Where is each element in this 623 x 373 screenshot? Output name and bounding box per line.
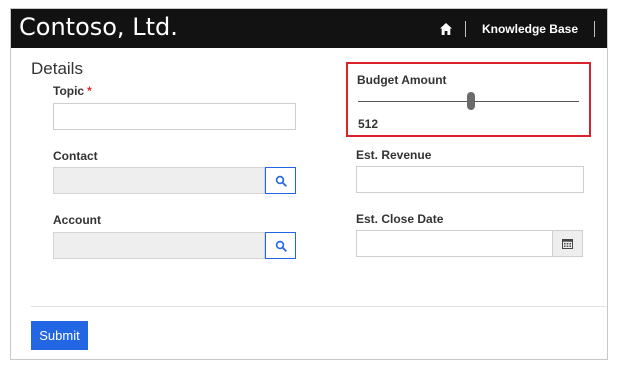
section-title: Details [31, 59, 83, 78]
topic-label: Topic * [53, 84, 92, 98]
contact-lookup-button[interactable] [265, 167, 296, 194]
est-close-date-label: Est. Close Date [356, 212, 444, 226]
nav-separator [594, 20, 595, 37]
topic-input[interactable] [53, 103, 296, 130]
contact-input[interactable] [53, 167, 265, 194]
topic-label-text: Topic [53, 84, 85, 98]
account-label: Account [53, 213, 101, 227]
search-icon [275, 175, 287, 187]
brand-title: Contoso, Ltd. [19, 13, 178, 41]
budget-amount-label: Budget Amount [357, 73, 447, 87]
est-revenue-label: Est. Revenue [356, 148, 432, 162]
budget-amount-field: Budget Amount 512 [346, 62, 591, 137]
budget-slider-thumb[interactable] [466, 92, 475, 110]
form-divider [31, 306, 607, 307]
required-marker: * [87, 84, 92, 98]
est-close-date-input[interactable] [356, 230, 553, 257]
contact-label: Contact [53, 149, 98, 163]
nav-link-knowledge-base[interactable]: Knowledge Base [466, 22, 594, 36]
account-lookup-button[interactable] [265, 232, 296, 259]
home-icon[interactable] [439, 22, 453, 36]
budget-amount-value: 512 [358, 117, 379, 131]
top-nav: Knowledge Base [439, 9, 595, 48]
calendar-icon [562, 239, 573, 249]
account-input[interactable] [53, 232, 265, 259]
site-header: Contoso, Ltd. Knowledge Base [11, 9, 607, 48]
search-icon [275, 240, 287, 252]
date-picker-button[interactable] [552, 230, 583, 257]
est-revenue-input[interactable] [356, 166, 584, 193]
submit-button[interactable]: Submit [31, 321, 88, 350]
page-frame: Contoso, Ltd. Knowledge Base Details Top… [10, 8, 608, 360]
